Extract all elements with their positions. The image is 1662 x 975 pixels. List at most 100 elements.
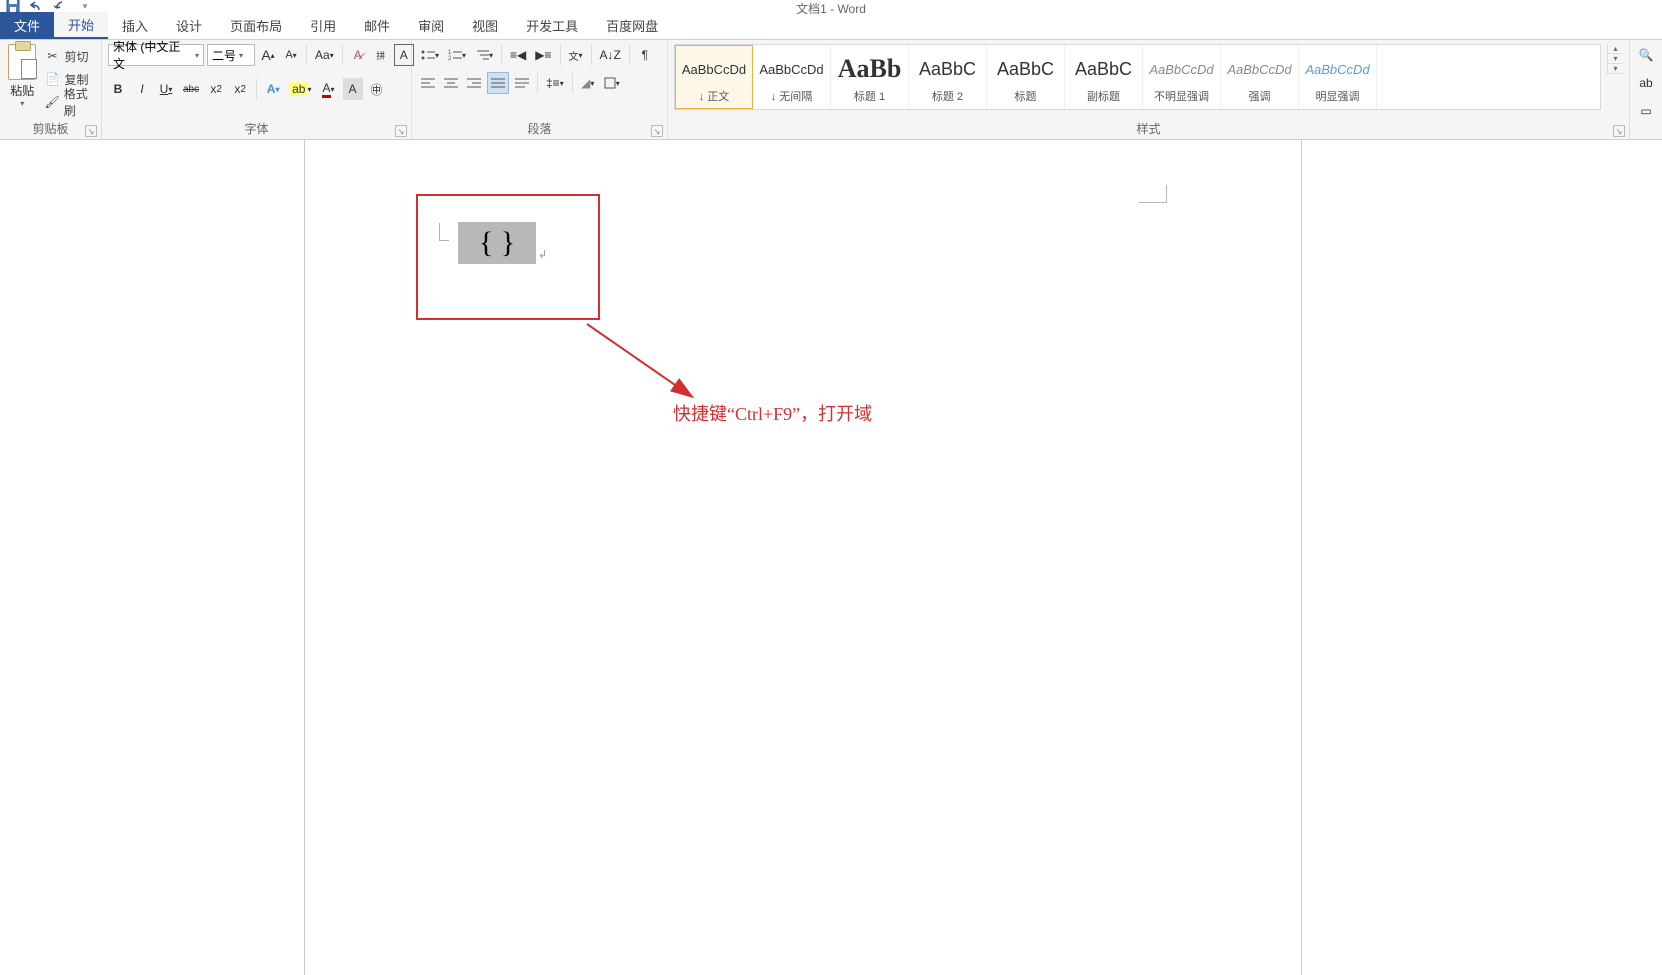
tab-design[interactable]: 设计 [162,12,216,39]
style-item-3[interactable]: AaBbC标题 2 [909,45,987,109]
group-font: 宋体 (中文正文▾ 二号▾ A▴ A▾ Aa▾ A̷ 拼 A B I U▾ ab… [102,40,412,139]
tab-view[interactable]: 视图 [458,12,512,39]
paste-button[interactable]: 粘贴 ▾ [6,44,38,108]
font-launcher[interactable]: ↘ [395,125,407,137]
style-name: 标题 1 [854,88,885,104]
redo-icon[interactable] [52,0,70,12]
select-button[interactable]: ▭ [1636,100,1656,122]
line-spacing-button[interactable]: ‡≡▾ [543,72,567,94]
format-painter-label: 格式刷 [64,85,95,119]
tab-baidu[interactable]: 百度网盘 [592,12,672,39]
paragraph-launcher[interactable]: ↘ [651,125,663,137]
page[interactable]: { } ↲ 快捷键“Ctrl+F9”，打开域 [304,140,1302,975]
gallery-down-icon[interactable]: ▾ [1608,54,1623,64]
find-button[interactable]: 🔍 [1636,44,1657,66]
replace-button[interactable]: ab [1636,72,1656,94]
document-area[interactable]: { } ↲ 快捷键“Ctrl+F9”，打开域 [0,140,1662,975]
char-shading-button[interactable]: A [343,78,363,100]
copy-icon: 📄 [44,72,60,86]
font-name-combo[interactable]: 宋体 (中文正文▾ [108,44,204,66]
save-icon[interactable] [4,0,22,12]
align-right-button[interactable] [464,72,484,94]
style-item-1[interactable]: AaBbCcDd↓ 无间隔 [753,45,831,109]
font-size-combo[interactable]: 二号▾ [207,44,255,66]
italic-button[interactable]: I [132,78,152,100]
text-direction-button[interactable]: 文▾ [566,44,586,66]
group-label-paragraph: 段落 [418,118,661,137]
format-painter-button[interactable]: 🖌格式刷 [44,92,95,112]
distribute-button[interactable] [512,72,532,94]
gallery-scroll[interactable]: ▴ ▾ ▾ [1607,44,1623,74]
style-item-0[interactable]: AaBbCcDd↓ 正文 [675,45,753,109]
undo-icon[interactable] [28,0,46,12]
multilevel-button[interactable]: ▾ [472,44,496,66]
clear-formatting-button[interactable]: A̷ [348,44,368,66]
annotation-text: 快捷键“Ctrl+F9”，打开域 [673,400,872,426]
change-case-button[interactable]: Aa▾ [312,44,337,66]
styles-launcher[interactable]: ↘ [1613,125,1625,137]
svg-text:2: 2 [448,56,452,61]
font-color-button[interactable]: A▾ [319,78,339,100]
enclose-char-button[interactable]: ㊥ [367,78,387,100]
char-border-button[interactable]: A [394,44,414,66]
text-effects-button[interactable]: A▾ [263,78,283,100]
phonetic-guide-button[interactable]: 拼 [371,44,391,66]
tab-insert[interactable]: 插入 [108,12,162,39]
styles-gallery: AaBbCcDd↓ 正文AaBbCcDd↓ 无间隔AaBb标题 1AaBbC标题… [674,44,1601,110]
strike-button[interactable]: abc [180,78,202,100]
cut-icon: ✂ [44,49,60,63]
tab-review[interactable]: 审阅 [404,12,458,39]
group-label-styles: 样式 [674,118,1623,137]
shading-button[interactable]: ◢▾ [578,72,598,94]
justify-button[interactable] [487,72,509,94]
sort-button[interactable]: A↓Z [597,44,624,66]
tab-home[interactable]: 开始 [54,12,108,39]
tab-developer[interactable]: 开发工具 [512,12,592,39]
subscript-button[interactable]: x2 [206,78,226,100]
tab-references[interactable]: 引用 [296,12,350,39]
style-item-4[interactable]: AaBbC标题 [987,45,1065,109]
show-marks-button[interactable]: ¶ [635,44,655,66]
paste-icon [8,44,36,80]
style-item-5[interactable]: AaBbC副标题 [1065,45,1143,109]
shrink-font-button[interactable]: A▾ [281,44,301,66]
bold-button[interactable]: B [108,78,128,100]
cut-button[interactable]: ✂剪切 [44,46,95,66]
gallery-up-icon[interactable]: ▴ [1608,44,1623,54]
style-preview: AaBbCcDd [759,50,823,88]
clipboard-launcher[interactable]: ↘ [85,125,97,137]
highlight-button[interactable]: ab▾ [287,78,314,100]
style-preview: AaBb [838,50,902,88]
style-name: ↓ 无间隔 [771,88,813,104]
document-title: 文档1 - Word [796,0,866,17]
align-center-button[interactable] [441,72,461,94]
decrease-indent-button[interactable]: ≡◀ [507,44,529,66]
numbering-button[interactable]: 12▾ [445,44,469,66]
qat-customize-icon[interactable]: ▾ [76,0,94,12]
align-left-button[interactable] [418,72,438,94]
style-item-6[interactable]: AaBbCcDd不明显强调 [1143,45,1221,109]
gallery-more-icon[interactable]: ▾ [1608,64,1623,74]
style-name: 标题 2 [932,88,963,104]
style-preview: AaBbCcDd [682,50,746,88]
group-styles: AaBbCcDd↓ 正文AaBbCcDd↓ 无间隔AaBb标题 1AaBbC标题… [668,40,1630,139]
underline-button[interactable]: U▾ [156,78,176,100]
font-name-value: 宋体 (中文正文 [113,38,192,72]
borders-button[interactable]: ▾ [601,72,623,94]
tab-layout[interactable]: 页面布局 [216,12,296,39]
increase-indent-button[interactable]: ▶≡ [532,44,554,66]
style-item-2[interactable]: AaBb标题 1 [831,45,909,109]
grow-font-button[interactable]: A▴ [258,44,278,66]
tab-file[interactable]: 文件 [0,12,54,39]
style-item-7[interactable]: AaBbCcDd强调 [1221,45,1299,109]
style-item-8[interactable]: AaBbCcDd明显强调 [1299,45,1377,109]
bullets-button[interactable]: ▾ [418,44,442,66]
field-code-selection[interactable]: { } [458,222,536,264]
superscript-button[interactable]: x2 [230,78,250,100]
style-name: ↓ 正文 [699,88,730,104]
style-preview: AaBbC [919,50,976,88]
tab-mailings[interactable]: 邮件 [350,12,404,39]
group-label-font: 字体 [108,118,405,137]
title-bar: ▾ 文档1 - Word [0,0,1662,12]
group-label-clipboard: 剪贴板 [6,118,95,137]
